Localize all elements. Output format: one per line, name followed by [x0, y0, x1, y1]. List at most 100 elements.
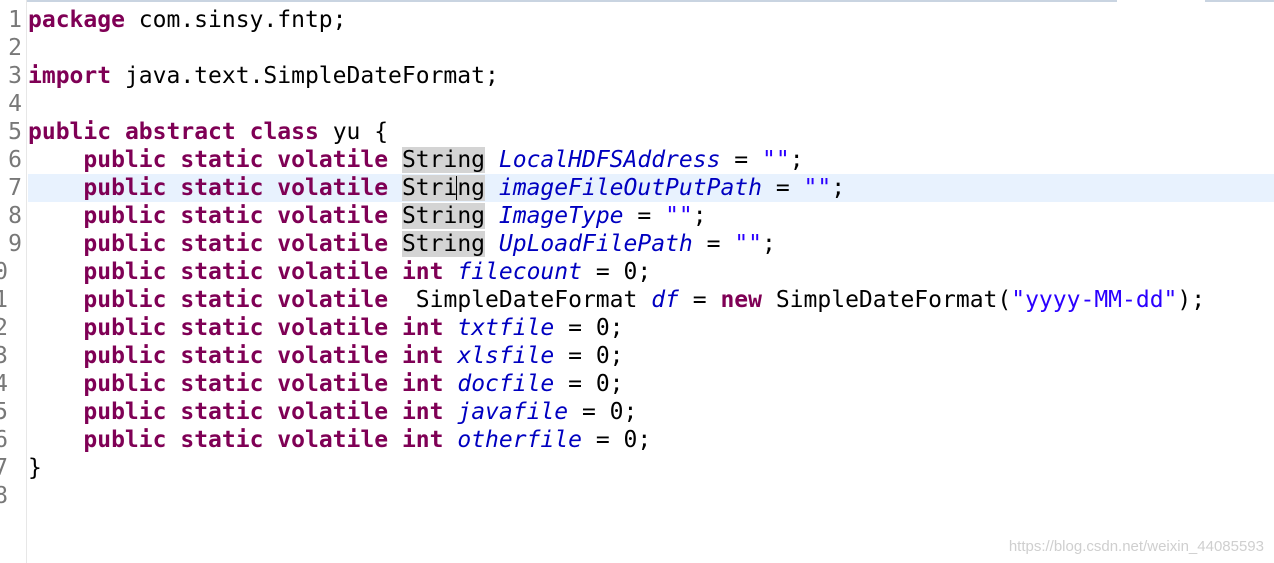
keyword-token: static [180, 259, 264, 285]
line-number: 4 [8, 91, 22, 117]
code-text: = [678, 287, 721, 313]
keyword-token: static [180, 399, 264, 425]
code-content[interactable]: public abstract class yu { [28, 118, 388, 146]
code-text: ; [692, 203, 707, 229]
keyword-token: static [180, 147, 264, 173]
watermark-text: https://blog.csdn.net/weixin_44085593 [1008, 538, 1264, 555]
keyword-token: volatile [277, 147, 389, 173]
line-number: 8 [0, 483, 8, 509]
code-line[interactable]: 2 public static volatile int txtfile = 0… [0, 314, 1274, 342]
code-line[interactable]: 4 public static volatile int docfile = 0… [0, 370, 1274, 398]
field-token: txtfile [457, 315, 555, 341]
code-line[interactable]: 4 [0, 90, 1274, 118]
keyword-token: public [83, 287, 167, 313]
keyword-token: static [180, 287, 264, 313]
code-text: SimpleDateFormat( [761, 287, 1012, 313]
code-line[interactable]: 0 public static volatile int filecount =… [0, 258, 1274, 286]
code-line[interactable]: 5 public static volatile int javafile = … [0, 398, 1274, 426]
keyword-token: volatile [277, 231, 389, 257]
keyword-token: public [83, 231, 167, 257]
code-line[interactable]: 6 public static volatile String LocalHDF… [0, 146, 1274, 174]
code-line[interactable]: 9 public static volatile String UpLoadFi… [0, 230, 1274, 258]
code-line-current[interactable]: 7 public static volatile String imageFil… [0, 174, 1274, 202]
code-content[interactable]: public static volatile int txtfile = 0; [28, 314, 623, 342]
code-line[interactable]: 8 public static volatile String ImageTyp… [0, 202, 1274, 230]
code-text: ); [1177, 287, 1206, 313]
field-token: UpLoadFilePath [498, 231, 693, 257]
line-number: 9 [8, 231, 22, 257]
code-text: SimpleDateFormat [388, 287, 652, 313]
code-content[interactable]: public static volatile String UpLoadFile… [28, 230, 776, 258]
code-line[interactable]: 3 public static volatile int xlsfile = 0… [0, 342, 1274, 370]
keyword-token: int [401, 399, 444, 425]
code-text: = [623, 203, 666, 229]
string-token: "" [734, 231, 763, 257]
field-token: LocalHDFSAddress [498, 147, 721, 173]
code-text: = [720, 147, 762, 173]
code-line[interactable]: 1 package com.sinsy.fntp; [0, 6, 1274, 34]
code-line[interactable]: 6 public static volatile int otherfile =… [0, 426, 1274, 454]
code-line[interactable]: 2 [0, 34, 1274, 62]
editor-top-border [0, 0, 1274, 4]
line-number: 5 [0, 399, 8, 425]
line-number: 2 [8, 35, 22, 61]
keyword-token: int [401, 343, 444, 369]
code-content[interactable]: public static volatile int filecount = 0… [28, 258, 651, 286]
code-content[interactable]: public static volatile int otherfile = 0… [28, 426, 651, 454]
code-content[interactable]: public static volatile SimpleDateFormat … [28, 286, 1205, 314]
line-number: 8 [8, 203, 22, 229]
line-number: 7 [0, 455, 8, 481]
keyword-token: volatile [277, 203, 389, 229]
line-number: 5 [8, 119, 22, 145]
keyword-token: static [180, 343, 264, 369]
keyword-token: static [180, 315, 264, 341]
field-token: xlsfile [457, 343, 555, 369]
code-content[interactable]: import java.text.SimpleDateFormat; [28, 62, 499, 90]
string-token: "" [665, 203, 693, 229]
code-content[interactable]: public static volatile int xlsfile = 0; [28, 342, 623, 370]
code-line[interactable]: 8 [0, 482, 1274, 510]
keyword-token: volatile [277, 259, 389, 285]
code-content[interactable]: public static volatile int javafile = 0; [28, 398, 637, 426]
code-line[interactable]: 5 public abstract class yu { [0, 118, 1274, 146]
line-number: 1 [0, 287, 8, 313]
keyword-token: volatile [277, 315, 389, 341]
code-content[interactable]: package com.sinsy.fntp; [28, 6, 347, 34]
code-content[interactable]: public static volatile String ImageType … [28, 202, 707, 230]
field-token: javafile [457, 399, 569, 425]
line-number: 4 [0, 371, 8, 397]
code-line[interactable]: 3 import java.text.SimpleDateFormat; [0, 62, 1274, 90]
code-editor[interactable]: 1 package com.sinsy.fntp; 2 3 import java.te… [0, 0, 1274, 563]
code-content[interactable]: public static volatile int docfile = 0; [28, 370, 623, 398]
code-line[interactable]: 1 public static volatile SimpleDateForma… [0, 286, 1274, 314]
code-lines[interactable]: 1 package com.sinsy.fntp; 2 3 import java.te… [0, 6, 1274, 510]
code-line[interactable]: 7} [0, 454, 1274, 482]
code-content[interactable]: } [28, 454, 42, 482]
string-token: "" [803, 175, 832, 201]
code-content[interactable]: public static volatile String imageFileO… [28, 174, 845, 202]
code-content[interactable]: public static volatile String LocalHDFSA… [28, 146, 804, 174]
line-number: 2 [0, 315, 8, 341]
keyword-token: public [83, 427, 167, 453]
keyword-token: int [401, 427, 444, 453]
